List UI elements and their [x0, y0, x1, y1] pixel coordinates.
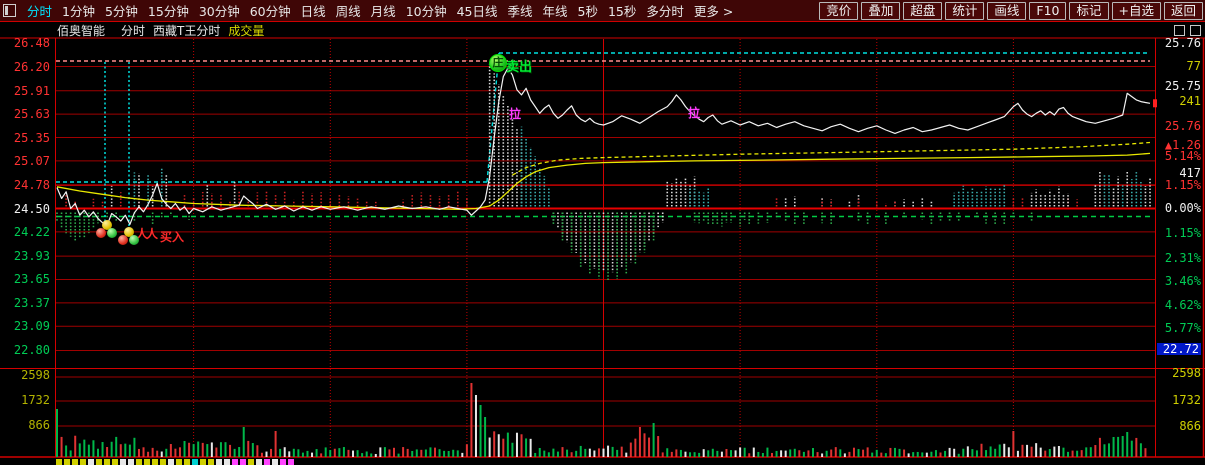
- clipped-glyph-block: [80, 459, 86, 465]
- clipped-glyph-block: [144, 459, 150, 465]
- clipped-glyph-block: [232, 459, 238, 465]
- right-axis-quote-value: 77: [1186, 59, 1201, 73]
- left-axis-price-label: 23.09: [13, 319, 50, 334]
- clipped-glyph-block: [64, 459, 70, 465]
- clipped-glyph-block: [72, 459, 78, 465]
- left-axis-price-label: 25.91: [13, 83, 50, 98]
- left-axis-volume-label: 866: [28, 418, 50, 432]
- right-axis-cost-price-badge: 22.72: [1157, 343, 1201, 355]
- buy-balls-icon: [118, 227, 140, 247]
- right-axis-quote-value: 241: [1179, 94, 1201, 108]
- clipped-glyph-block: [56, 459, 62, 465]
- right-axis-volume-label: 866: [1179, 419, 1201, 433]
- left-axis-price-label: 24.78: [13, 178, 50, 193]
- clipped-glyph-block: [104, 459, 110, 465]
- buy-signal-label: 买入: [160, 230, 185, 244]
- left-axis-price-label: 25.07: [13, 153, 50, 168]
- clipped-glyph-block: [88, 459, 94, 465]
- left-axis-price-label: 24.22: [13, 224, 50, 239]
- left-axis-price-label: 25.35: [13, 130, 50, 145]
- banker-sell-badge-icon: 庄: [489, 54, 507, 72]
- clipped-glyph-block: [216, 459, 222, 465]
- clipped-glyph-block: [224, 459, 230, 465]
- clipped-glyph-block: [128, 459, 134, 465]
- right-axis-percent-label: 5.77%: [1164, 321, 1201, 335]
- right-axis-percent-label: 3.46%: [1164, 274, 1201, 288]
- clipped-glyph-block: [120, 459, 126, 465]
- pull-up-signal-label: 拉: [688, 106, 701, 120]
- clipped-glyph-block: [200, 459, 206, 465]
- clipped-glyph-block: [248, 459, 254, 465]
- stock-app-window: 分时 1分钟 5分钟 15分钟 30分钟 60分钟 日线 周线 月线 10分钟 45日线 季线 年线 5秒…: [0, 0, 1205, 465]
- clipped-glyph-block: [240, 459, 246, 465]
- clipped-signal-text-strip: [56, 459, 294, 465]
- right-axis-percent-label: 1.15%: [1164, 226, 1201, 240]
- left-axis-price-label: 23.65: [13, 272, 50, 287]
- clipped-glyph-block: [96, 459, 102, 465]
- left-axis-price-label: 22.80: [13, 343, 50, 358]
- clipped-glyph-block: [272, 459, 278, 465]
- pull-up-signal-label: 拉: [509, 107, 522, 121]
- left-axis-price-label: 23.93: [13, 249, 50, 264]
- right-axis-quote-value: 25.76: [1164, 119, 1201, 133]
- buy-balls-icon: [96, 220, 118, 240]
- clipped-glyph-block: [184, 459, 190, 465]
- right-axis-percent-label: 0.00%: [1164, 201, 1201, 215]
- clipped-glyph-block: [192, 459, 198, 465]
- right-axis-percent-label: 2.31%: [1164, 251, 1201, 265]
- clipped-glyph-block: [280, 459, 286, 465]
- left-axis-volume-label: 2598: [21, 368, 50, 382]
- right-axis-quote-value: 25.75: [1164, 79, 1201, 93]
- left-axis-price-label: 24.50: [13, 201, 50, 216]
- right-axis-quote-value: 5.14%: [1164, 149, 1201, 163]
- clipped-glyph-block: [256, 459, 262, 465]
- left-axis-volume-label: 1732: [21, 393, 50, 407]
- clipped-glyph-block: [136, 459, 142, 465]
- clipped-glyph-block: [160, 459, 166, 465]
- clipped-glyph-block: [152, 459, 158, 465]
- right-axis-percent-label: 1.15%: [1164, 178, 1201, 192]
- left-axis-price-label: 26.48: [13, 36, 50, 51]
- left-axis-price-label: 25.63: [13, 107, 50, 122]
- clipped-glyph-block: [168, 459, 174, 465]
- sell-signal-label: 卖出: [506, 60, 533, 75]
- clipped-glyph-block: [112, 459, 118, 465]
- clipped-glyph-block: [288, 459, 294, 465]
- left-axis-price-label: 23.37: [13, 295, 50, 310]
- right-axis-percent-label: 4.62%: [1164, 298, 1201, 312]
- clipped-glyph-block: [176, 459, 182, 465]
- clipped-glyph-block: [264, 459, 270, 465]
- clipped-glyph-block: [208, 459, 214, 465]
- left-axis-price-label: 26.20: [13, 59, 50, 74]
- right-axis-volume-label: 2598: [1172, 366, 1201, 380]
- right-axis-volume-label: 1732: [1172, 393, 1201, 407]
- right-axis-quote-value: 25.76: [1164, 36, 1201, 50]
